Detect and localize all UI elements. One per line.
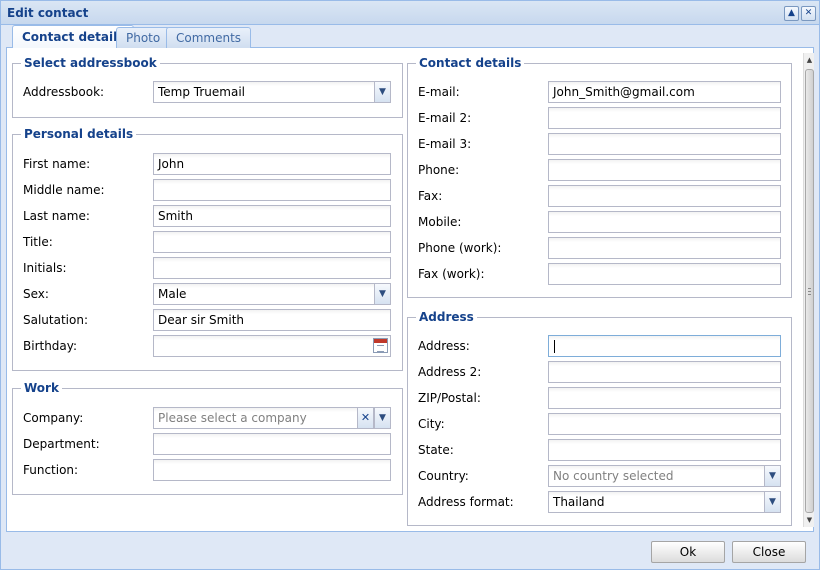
title-label: Title: — [23, 235, 53, 249]
calendar-icon[interactable] — [373, 338, 388, 353]
address-legend: Address — [419, 310, 474, 324]
phone-label: Phone: — [418, 163, 460, 177]
first-name-label: First name: — [23, 157, 91, 171]
grip-line — [808, 291, 811, 292]
email-label: E-mail: — [418, 85, 460, 99]
address2-field[interactable] — [548, 361, 781, 383]
collapse-icon[interactable]: ▲ — [784, 6, 799, 21]
edit-contact-window: Edit contact ▲ ✕ Contact details Photo C… — [0, 0, 820, 570]
address-format-select[interactable]: Thailand ▼ — [548, 491, 781, 513]
city-field[interactable] — [548, 413, 781, 435]
salutation-label: Salutation: — [23, 313, 88, 327]
fax-work-label: Fax (work): — [418, 267, 485, 281]
last-name-field[interactable]: Smith — [153, 205, 391, 227]
window-titlebar[interactable]: Edit contact ▲ ✕ — [1, 1, 819, 25]
department-field[interactable] — [153, 433, 391, 455]
email3-field[interactable] — [548, 133, 781, 155]
phone-field[interactable] — [548, 159, 781, 181]
middle-name-label: Middle name: — [23, 183, 105, 197]
scrollbar-thumb[interactable] — [805, 69, 814, 513]
phone-work-label: Phone (work): — [418, 241, 502, 255]
address-format-label: Address format: — [418, 495, 514, 509]
chevron-down-icon[interactable]: ▼ — [374, 408, 390, 428]
birthday-field[interactable] — [153, 335, 391, 357]
state-field[interactable] — [548, 439, 781, 461]
vertical-scrollbar[interactable]: ▲ ▼ — [803, 53, 814, 527]
email2-label: E-mail 2: — [418, 111, 472, 125]
chevron-down-icon[interactable]: ▼ — [764, 492, 780, 512]
department-label: Department: — [23, 437, 100, 451]
chevron-down-icon[interactable]: ▼ — [374, 82, 390, 102]
chevron-down-icon[interactable]: ▼ — [374, 284, 390, 304]
tab-comments[interactable]: Comments — [166, 27, 252, 48]
contact-details-legend: Contact details — [419, 56, 522, 70]
country-combobox[interactable]: No country selected ▼ — [548, 465, 781, 487]
tab-strip: Contact details Photo Comments — [6, 25, 814, 49]
zip-field[interactable] — [548, 387, 781, 409]
country-placeholder: No country selected — [553, 469, 674, 483]
country-label: Country: — [418, 469, 469, 483]
personal-details-legend: Personal details — [24, 127, 134, 141]
close-icon[interactable]: ✕ — [801, 6, 816, 21]
first-name-field[interactable]: John — [153, 153, 391, 175]
birthday-label: Birthday: — [23, 339, 78, 353]
sex-value: Male — [158, 287, 187, 301]
tab-photo[interactable]: Photo — [116, 27, 171, 48]
function-field[interactable] — [153, 459, 391, 481]
address2-label: Address 2: — [418, 365, 482, 379]
grip-line — [808, 294, 811, 295]
addressbook-value: Temp Truemail — [158, 85, 245, 99]
initials-field[interactable] — [153, 257, 391, 279]
address-label: Address: — [418, 339, 470, 353]
window-title: Edit contact — [7, 6, 89, 20]
salutation-field[interactable]: Dear sir Smith — [153, 309, 391, 331]
addressbook-select[interactable]: Temp Truemail ▼ — [153, 81, 391, 103]
tab-panel-contact-details: Select addressbook Addressbook: Temp Tru… — [6, 48, 814, 532]
mobile-field[interactable] — [548, 211, 781, 233]
grip-line — [808, 288, 811, 289]
address-field[interactable] — [548, 335, 781, 357]
email-field[interactable]: John_Smith@gmail.com — [548, 81, 781, 103]
company-combobox[interactable]: Please select a company ✕ ▼ — [153, 407, 391, 429]
city-label: City: — [418, 417, 445, 431]
text-caret — [554, 340, 555, 353]
addressbook-legend: Select addressbook — [24, 56, 157, 70]
state-label: State: — [418, 443, 454, 457]
middle-name-field[interactable] — [153, 179, 391, 201]
addressbook-label: Addressbook: — [23, 85, 105, 99]
mobile-label: Mobile: — [418, 215, 462, 229]
sex-select[interactable]: Male ▼ — [153, 283, 391, 305]
email3-label: E-mail 3: — [418, 137, 472, 151]
company-placeholder: Please select a company — [158, 411, 307, 425]
title-field[interactable] — [153, 231, 391, 253]
address-format-value: Thailand — [553, 495, 605, 509]
last-name-label: Last name: — [23, 209, 90, 223]
fax-label: Fax: — [418, 189, 443, 203]
close-button[interactable]: Close — [732, 541, 806, 563]
zip-label: ZIP/Postal: — [418, 391, 481, 405]
phone-work-field[interactable] — [548, 237, 781, 259]
clear-icon[interactable]: ✕ — [357, 408, 374, 428]
ok-button[interactable]: Ok — [651, 541, 725, 563]
fax-field[interactable] — [548, 185, 781, 207]
work-legend: Work — [24, 381, 59, 395]
fax-work-field[interactable] — [548, 263, 781, 285]
company-label: Company: — [23, 411, 84, 425]
chevron-down-icon[interactable]: ▼ — [764, 466, 780, 486]
scroll-down-icon[interactable]: ▼ — [804, 515, 815, 526]
email2-field[interactable] — [548, 107, 781, 129]
initials-label: Initials: — [23, 261, 67, 275]
sex-label: Sex: — [23, 287, 49, 301]
function-label: Function: — [23, 463, 79, 477]
scroll-up-icon[interactable]: ▲ — [804, 55, 815, 66]
